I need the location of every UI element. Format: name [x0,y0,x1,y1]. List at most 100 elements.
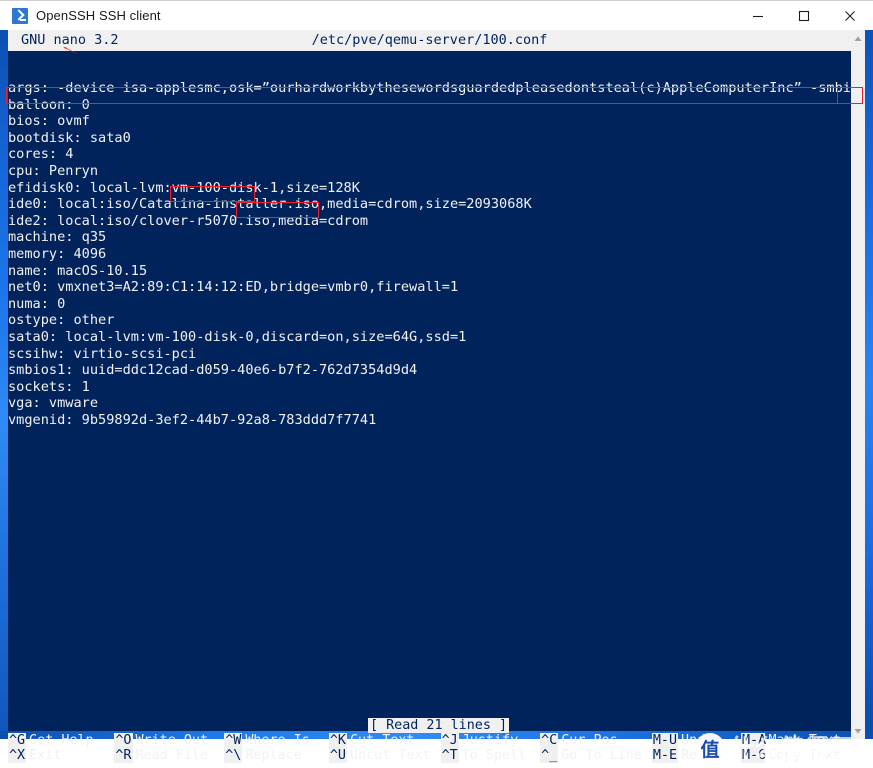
shortcut-item[interactable]: ^U Uncut Text [328,748,431,763]
config-line: machine: q35 [8,229,107,246]
shortcut-item[interactable]: ^R Read File [114,748,214,763]
shortcut-key: ^X [8,748,27,763]
config-line: ide2: local:iso/clover-r5070.iso,media=c… [8,212,369,229]
window-right-border [865,30,873,739]
shortcut-item[interactable]: ^K Cut Text [328,733,431,748]
shortcut-label: Justify [461,733,519,748]
config-line: numa: 0 [8,295,66,312]
shortcut-item[interactable]: ^J Justify [440,733,530,748]
shortcut-group: M-U Undo M-E Redo [651,733,731,763]
config-line: bios: ovmf [8,113,90,130]
config-line: balloon: 0 [8,96,90,113]
console-prompt-icon [12,7,28,24]
shortcut-key: M-U [651,733,679,748]
config-line: memory: 4096 [8,245,107,262]
shortcut-label: Undo [681,733,714,748]
shortcut-label: Cur Pos [561,733,618,748]
shortcut-key: ^U [328,748,347,763]
shortcut-item[interactable]: ^_ Go To Line [540,748,642,763]
terminal-window-body: GNU nano 3.2 /etc/pve/qemu-server/100.co… [0,30,873,763]
shortcut-item[interactable]: ^\ Replace [224,748,319,763]
shortcut-item[interactable]: ^O Write Out [114,733,214,748]
shortcut-group: ^O Write Out ^R Read File [114,733,214,763]
config-line: cores: 4 [8,146,74,163]
shortcut-item[interactable]: ^C Cur Pos [540,733,642,748]
nano-shortcut-bar: ^G Get Help ^X Exit ^O Write Out ^R Read File ^W… [8,733,851,763]
shortcut-label: Copy Text [768,748,841,763]
shortcut-key: ^G [8,733,27,748]
shortcut-label: Replace [245,748,302,763]
scroll-down-arrow-icon[interactable] [851,722,865,739]
shortcut-label: Cut Text [349,733,415,748]
vertical-scrollbar[interactable] [851,30,865,739]
shortcut-label: Mark Text [768,733,841,748]
window-left-border [0,30,8,739]
status-message: [ Read 21 lines ] [368,718,510,733]
shortcut-label: Redo [681,748,714,763]
shortcut-item[interactable]: M-6 Copy Text [741,748,841,763]
shortcut-label: Where Is [245,733,310,748]
config-line: args: -device isa-applesmc,osk=”ourhardw… [8,80,851,96]
scroll-up-arrow-icon[interactable] [851,30,865,47]
window-title: OpenSSH SSH client [36,8,161,23]
shortcut-key: ^O [114,733,133,748]
shortcut-item[interactable]: M-A Mark Text [741,733,841,748]
shortcut-item[interactable]: ^X Exit [8,748,104,763]
minimize-button[interactable] [735,1,781,31]
shortcut-key: ^K [328,733,347,748]
config-line: sata0: local-lvm:vm-100-disk-0,discard=o… [8,328,467,345]
shortcut-key: M-E [651,748,679,763]
shortcut-group: ^C Cur Pos ^_ Go To Line [540,733,642,763]
shortcut-label: Exit [29,748,62,763]
shortcut-key: ^R [114,748,133,763]
scrollbar-thumb[interactable] [851,47,865,667]
window-controls [735,1,873,31]
shortcut-key: ^J [440,733,459,748]
shortcut-item[interactable]: ^W Where Is [224,733,319,748]
window-titlebar[interactable]: OpenSSH SSH client [0,0,873,30]
shortcut-key: ^W [224,733,243,748]
openssh-ssh-client-window: OpenSSH SSH client GNU nano 3.2 /etc/pve… [0,0,873,763]
config-line: vmgenid: 9b59892d-3ef2-44b7-92a8-783ddd7… [8,411,377,428]
shortcut-key: M-A [741,733,767,748]
shortcut-key: ^C [540,733,559,748]
close-button[interactable] [827,1,873,31]
nano-header-bar: GNU nano 3.2 /etc/pve/qemu-server/100.co… [8,30,851,51]
shortcut-group: ^K Cut Text ^U Uncut Text [328,733,431,763]
shortcut-label: Go To Line [561,748,642,763]
shortcut-label: Get Help [29,733,94,748]
config-line: cpu: Penryn [8,162,99,179]
shortcut-item[interactable]: M-U Undo [651,733,731,748]
shortcut-group: ^J Justify ^T To Spell [440,733,530,763]
config-file-content: args: -device isa-applesmc,osk=”ourhardw… [8,80,851,428]
terminal-text-area[interactable]: args: -device isa-applesmc,osk=”ourhardw… [8,51,851,718]
shortcut-item[interactable]: M-E Redo [651,748,731,763]
config-line: efidisk0: local-lvm:vm-100-disk-1,size=1… [8,179,360,196]
shortcut-item[interactable]: ^T To Spell [440,748,530,763]
config-line: ide0: local:iso/Catalina-installer.iso,m… [8,196,532,213]
shortcut-label: Write Out [135,733,209,748]
config-line: bootdisk: sata0 [8,129,131,146]
config-line: net0: vmxnet3=A2:89:C1:14:12:ED,bridge=v… [8,279,459,296]
config-line: vga: vmware [8,395,99,412]
shortcut-group: ^W Where Is ^\ Replace [224,733,319,763]
config-line: sockets: 1 [8,378,90,395]
shortcut-group: ^G Get Help ^X Exit [8,733,104,763]
shortcut-key: ^T [440,748,459,763]
shortcut-label: To Spell [461,748,527,763]
config-line: scsihw: virtio-scsi-pci [8,345,197,362]
titlebar-left-group: OpenSSH SSH client [0,7,735,24]
nano-filename-label: /etc/pve/qemu-server/100.conf [311,32,548,48]
shortcut-key: ^\ [224,748,243,763]
config-line: ostype: other [8,312,115,329]
shortcut-key: ^_ [540,748,559,763]
config-line: name: macOS-10.15 [8,262,148,279]
shortcut-item[interactable]: ^G Get Help [8,733,104,748]
maximize-button[interactable] [781,1,827,31]
shortcut-key: M-6 [741,748,767,763]
nano-status-row: [ Read 21 lines ] [8,718,851,733]
config-line: smbios1: uuid=ddc12cad-d059-40e6-b7f2-76… [8,362,418,379]
shortcut-label: Uncut Text [349,748,431,763]
shortcut-group: M-A Mark Text M-6 Copy Text [741,733,841,763]
shortcut-label: Read File [135,748,209,763]
